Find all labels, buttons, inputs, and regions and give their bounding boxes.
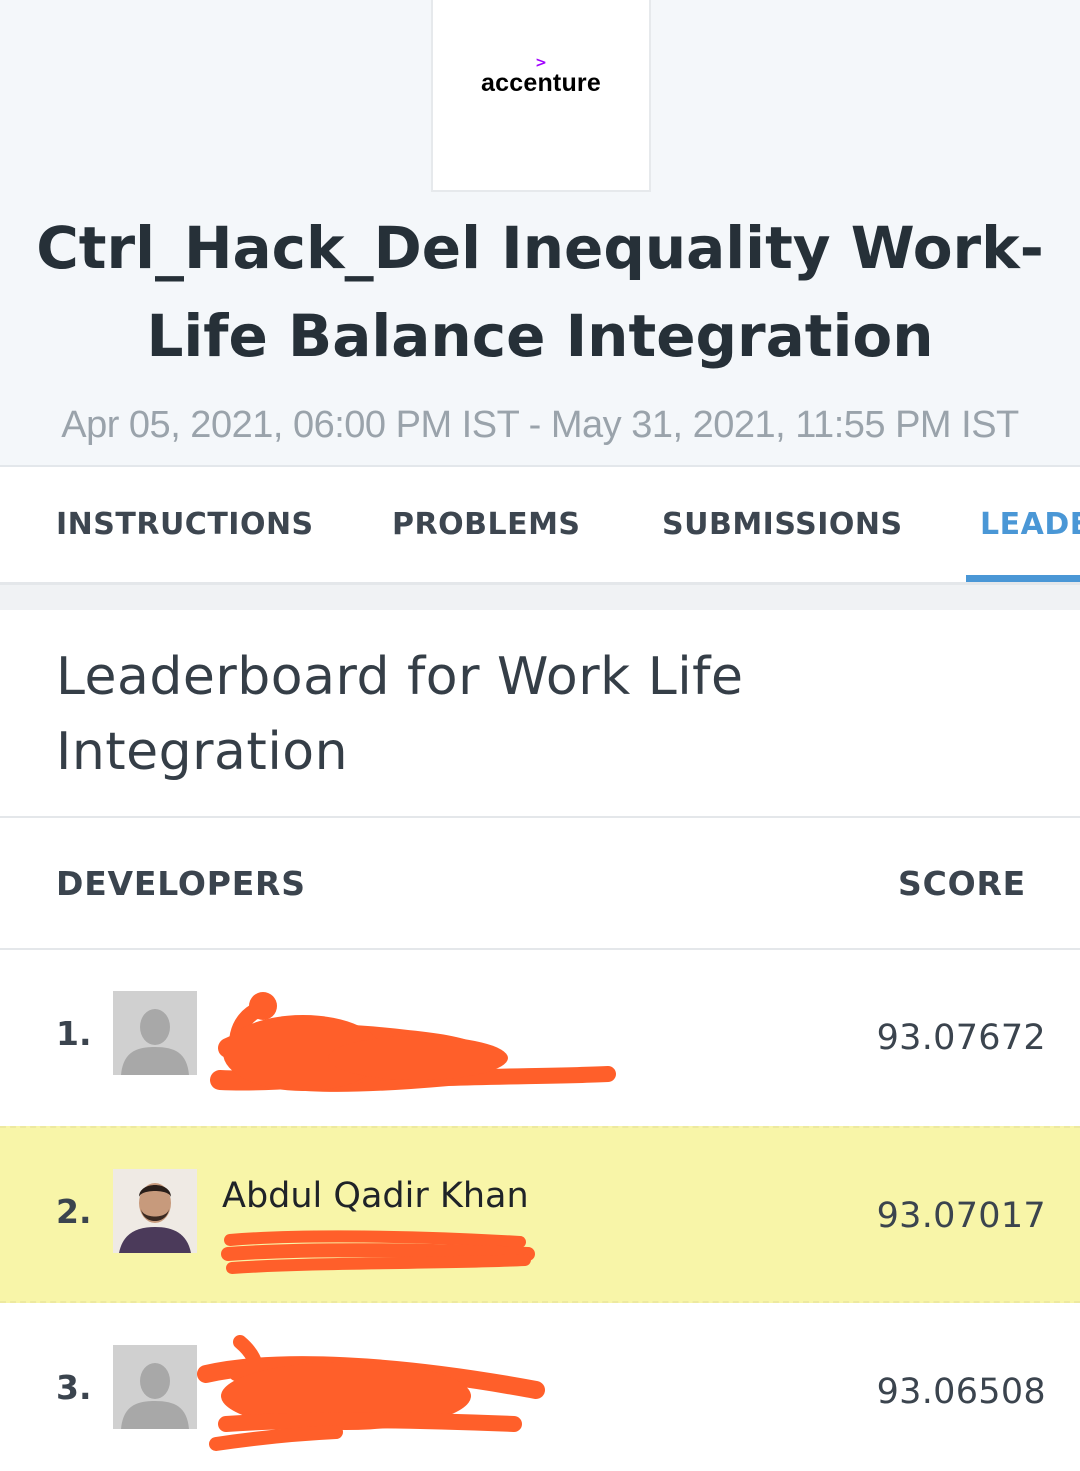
redaction-scribble (210, 992, 616, 1092)
redaction-scribble (197, 1335, 545, 1451)
rank-number: 2. (56, 1192, 92, 1231)
accenture-chevron-icon: > (535, 55, 547, 71)
redaction-scribble (221, 1230, 535, 1274)
tab-bar: INSTRUCTIONS PROBLEMS SUBMISSIONS LEADE (0, 469, 1080, 585)
active-tab-indicator (966, 575, 1080, 582)
contest-dates: Apr 05, 2021, 06:00 PM IST - May 31, 202… (61, 404, 1019, 446)
contest-title: Ctrl_Hack_Del Inequality Work-Life Balan… (36, 214, 1044, 370)
company-logo: > accenture (431, 0, 651, 192)
leaderboard-row[interactable]: 1. 93.07672 (0, 950, 1080, 1127)
section-divider (0, 585, 1080, 610)
contest-header: > accenture Ctrl_Hack_Del Inequality Wor… (0, 0, 1080, 467)
rank-number: 1. (56, 1014, 92, 1053)
developers-column-header: DEVELOPERS (56, 864, 306, 903)
divider (0, 816, 1080, 818)
developer-score: 93.07672 (876, 1018, 1046, 1058)
user-photo-avatar[interactable] (113, 1169, 197, 1253)
leaderboard-row[interactable]: 3. 93.06508 (0, 1304, 1080, 1471)
score-column-header: SCORE (898, 864, 1026, 903)
rank-number: 3. (56, 1368, 92, 1407)
developer-name[interactable]: Abdul Qadir Khan (222, 1176, 529, 1216)
tab-submissions[interactable]: SUBMISSIONS (662, 507, 903, 542)
default-user-avatar[interactable] (113, 991, 197, 1075)
logo-text: accenture (481, 69, 601, 97)
developer-score: 93.07017 (876, 1196, 1046, 1236)
default-user-avatar[interactable] (113, 1345, 197, 1429)
leaderboard-title: Leaderboard for Work Life Integration (56, 647, 744, 782)
tab-problems[interactable]: PROBLEMS (392, 507, 581, 542)
tab-leaderboard[interactable]: LEADE (980, 507, 1080, 542)
tab-instructions[interactable]: INSTRUCTIONS (56, 507, 314, 542)
leaderboard-row-current-user[interactable]: 2. Abdul Qadir Khan 93.07017 (0, 1126, 1080, 1303)
developer-score: 93.06508 (876, 1372, 1046, 1412)
